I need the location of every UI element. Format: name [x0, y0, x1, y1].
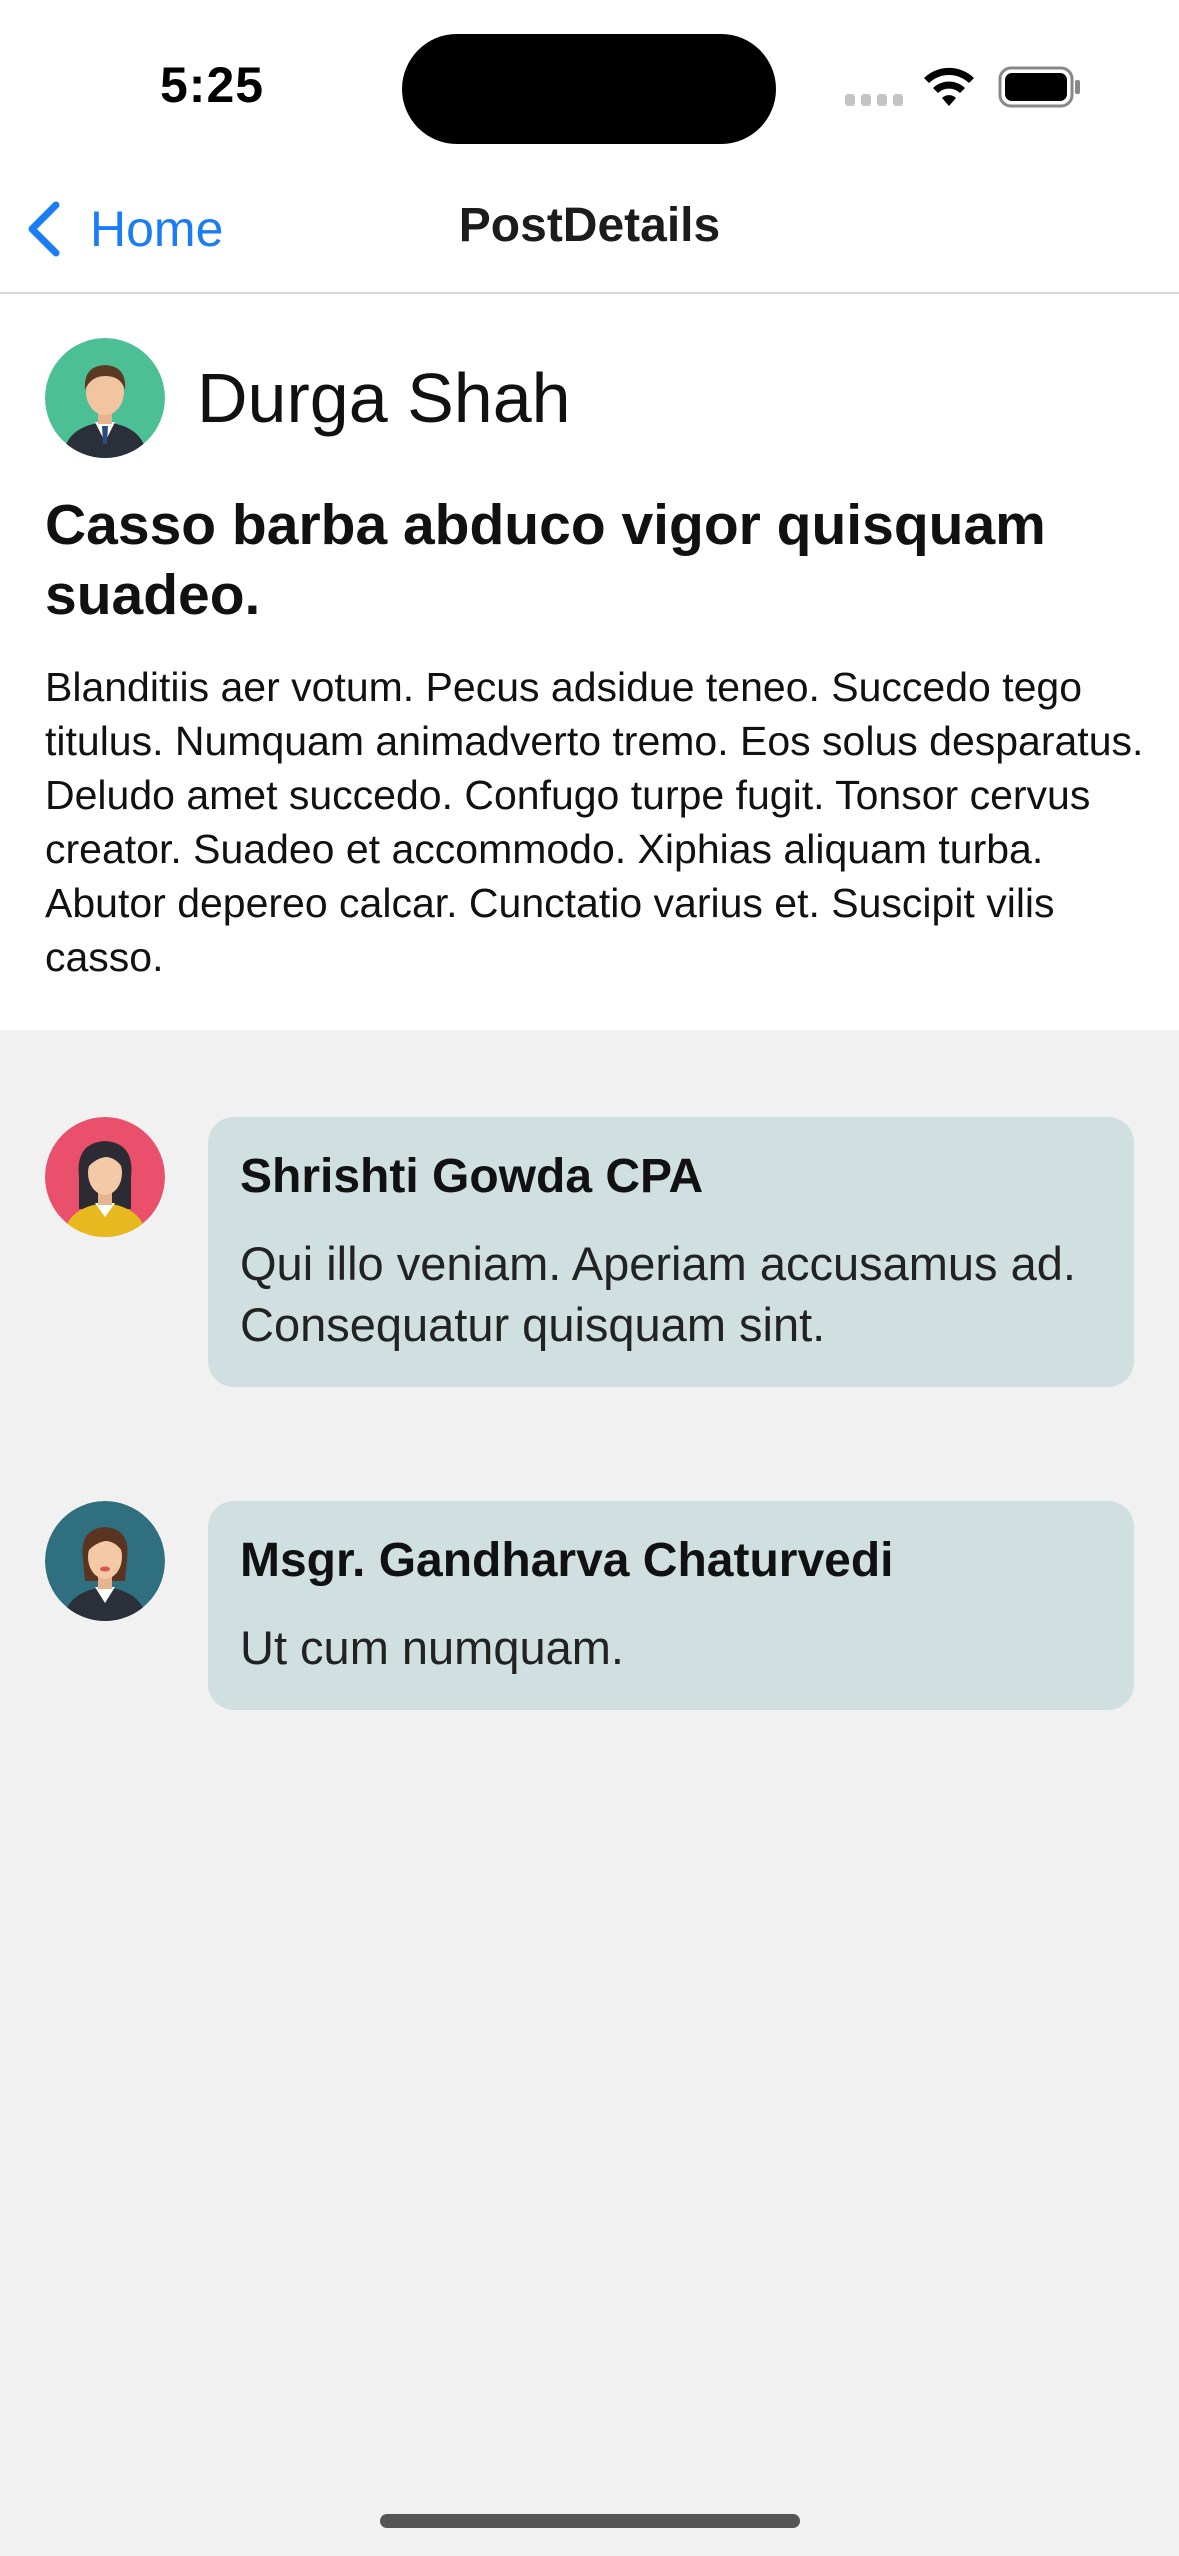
female-avatar-icon: [45, 1117, 165, 1237]
comment-text: Qui illo veniam. Aperiam accusamus ad. C…: [240, 1237, 1076, 1351]
avatar: [45, 1117, 165, 1237]
avatar: [45, 338, 165, 458]
post-author-row: Durga Shah: [45, 338, 571, 458]
post-card: Durga Shah Casso barba abduco vigor quis…: [0, 294, 1179, 1030]
post-title: Casso barba abduco vigor quisquam suadeo…: [45, 493, 1046, 627]
cellular-signal-icon: [845, 94, 903, 106]
dynamic-island: [402, 34, 776, 144]
avatar: [45, 1501, 165, 1621]
status-time: 5:25: [160, 57, 265, 113]
female-avatar-icon: [45, 1501, 165, 1621]
comment-bubble: Shrishti Gowda CPA Qui illo veniam. Aper…: [208, 1117, 1134, 1387]
comment-author: Msgr. Gandharva Chaturvedi: [240, 1534, 894, 1587]
comment-author: Shrishti Gowda CPA: [240, 1150, 704, 1203]
page-title: PostDetails: [458, 199, 721, 252]
battery-icon: [998, 66, 1080, 108]
status-bar: 5:25: [0, 0, 1179, 170]
navigation-bar: Home PostDetails: [0, 170, 1179, 294]
male-businessman-avatar-icon: [45, 338, 165, 458]
comment-bubble: Msgr. Gandharva Chaturvedi Ut cum numqua…: [208, 1501, 1134, 1710]
wifi-icon: [924, 67, 974, 106]
comment-text: Ut cum numquam.: [240, 1621, 624, 1674]
post-body: Blanditiis aer votum. Pecus adsidue tene…: [45, 664, 1144, 980]
home-indicator[interactable]: [380, 2514, 800, 2528]
post-author-name: Durga Shah: [197, 359, 571, 437]
